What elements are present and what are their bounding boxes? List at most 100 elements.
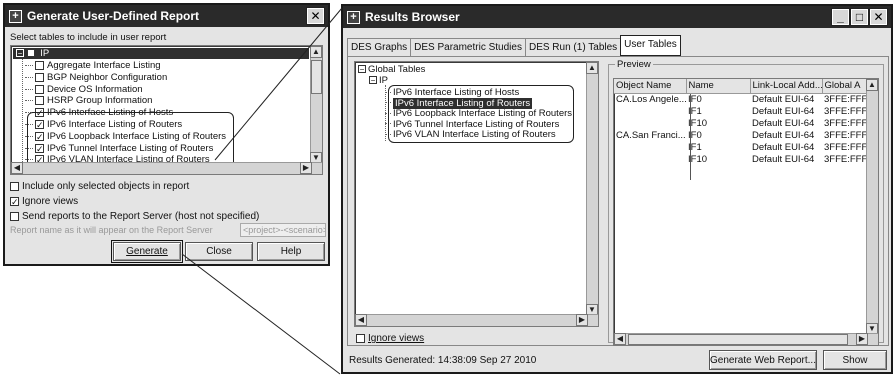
report-tree-item[interactable]: HSRP Group Information — [25, 95, 152, 106]
scroll-left-icon[interactable]: ◀ — [355, 314, 367, 326]
tree-connector — [25, 76, 33, 78]
table-row[interactable]: IF1 Default EUI-64 3FFE:FFF — [614, 141, 866, 153]
report-tree-checkbox[interactable] — [35, 96, 44, 106]
report-tree-item[interactable]: Device OS Information — [25, 84, 143, 95]
preview-table: Object Name Name Link-Local Add... Global A… — [614, 79, 867, 165]
table-cell — [614, 153, 686, 165]
close-icon[interactable]: ✕ — [869, 8, 888, 26]
table-cell: Default EUI-64 — [752, 153, 815, 165]
tree-root-checkbox[interactable] — [26, 49, 35, 58]
table-row[interactable]: CA.San Franci... IF0 Default EUI-64 3FFE:FF… — [614, 129, 866, 141]
report-tree-item-label: Device OS Information — [47, 83, 143, 95]
include-selected-option[interactable]: Include only selected objects in report — [10, 181, 189, 192]
report-tree-item[interactable]: BGP Neighbor Configuration — [25, 72, 167, 83]
table-cell: IF0 — [688, 129, 702, 141]
preview-column-header[interactable]: Name — [686, 79, 751, 94]
preview-hscroll-thumb[interactable] — [628, 334, 848, 345]
callout-line-bottom — [181, 253, 341, 375]
report-name-field[interactable]: <project>-<scenario> — [240, 223, 326, 237]
table-cell: Default EUI-64 — [752, 117, 815, 129]
send-reports-checkbox[interactable] — [10, 211, 19, 221]
close-button[interactable]: Close — [185, 242, 253, 261]
results-ignore-views[interactable]: Ignore views — [356, 333, 424, 344]
scroll-left-icon[interactable]: ◀ — [614, 333, 626, 345]
scroll-right-icon[interactable]: ▶ — [576, 314, 588, 326]
include-selected-checkbox[interactable] — [10, 181, 19, 191]
scroll-thumb[interactable] — [311, 60, 322, 94]
report-tree-item[interactable]: Aggregate Interface Listing — [25, 60, 161, 71]
maximize-icon[interactable]: □ — [850, 8, 869, 26]
preview-column-header[interactable]: Global A — [822, 79, 867, 94]
tree-items-highlight — [388, 85, 574, 143]
tree-connector — [25, 88, 33, 90]
results-browser-window: + Results Browser _ □ ✕ DES Graphs DES Pa… — [341, 4, 893, 374]
minimize-icon[interactable]: _ — [831, 8, 850, 26]
tab-des-run-1-tables[interactable]: DES Run (1) Tables — [524, 38, 622, 56]
tab-des-parametric-studies[interactable]: DES Parametric Studies — [410, 38, 526, 56]
tab-des-graphs[interactable]: DES Graphs — [347, 38, 412, 56]
scroll-up-icon[interactable]: ▲ — [586, 62, 598, 74]
tree-connector — [25, 64, 33, 66]
preview-vscroll[interactable]: ▲ ▼ — [866, 79, 878, 335]
generate-button[interactable]: Generate — [111, 240, 183, 263]
report-dialog-titlebar[interactable]: + Generate User-Defined Report ✕ — [5, 5, 328, 27]
ignore-views-option[interactable]: ✓ Ignore views — [10, 196, 78, 207]
scroll-right-icon[interactable]: ▶ — [300, 162, 312, 174]
collapse-icon[interactable]: − — [358, 65, 366, 74]
window-system-icon[interactable]: + — [9, 9, 22, 23]
table-row[interactable]: IF1 Default EUI-64 3FFE:FFF — [614, 105, 866, 117]
global-tables-label: Global Tables — [368, 64, 426, 75]
report-name-label: Report name as it will appear on the Rep… — [10, 225, 213, 235]
table-cell: 3FFE:FFF — [824, 141, 866, 153]
results-browser-title: Results Browser — [365, 10, 460, 24]
results-tree-hscroll[interactable]: ◀ ▶ — [355, 314, 598, 326]
show-button[interactable]: Show — [823, 350, 887, 370]
table-cell: Default EUI-64 — [752, 93, 815, 105]
report-tables-tree[interactable]: − IP Aggregate Interface Listing BGP Neig… — [10, 45, 323, 175]
preview-label: Preview — [617, 59, 651, 70]
preview-col-divider — [690, 94, 691, 180]
report-tree-item-label: HSRP Group Information — [47, 95, 153, 107]
table-cell: Default EUI-64 — [752, 105, 815, 117]
expand-icon[interactable]: − — [16, 49, 24, 58]
tree-global-tables[interactable]: − Global Tables — [358, 64, 425, 75]
preview-column-header[interactable]: Link-Local Add... — [750, 79, 823, 94]
help-button[interactable]: Help — [257, 242, 325, 261]
close-icon[interactable]: ✕ — [306, 7, 325, 25]
results-browser-titlebar[interactable]: + Results Browser _ □ ✕ — [343, 6, 891, 28]
report-tree-checkbox[interactable] — [35, 60, 44, 70]
generate-web-report-button[interactable]: Generate Web Report... — [709, 350, 817, 370]
preview-table-area[interactable]: Object Name Name Link-Local Add... Global A… — [613, 78, 879, 346]
table-cell: IF10 — [688, 117, 708, 129]
tree-horizontal-scrollbar[interactable]: ◀ ▶ — [11, 162, 322, 174]
send-reports-option[interactable]: Send reports to the Report Server (host … — [10, 211, 259, 222]
tables-instruction: Select tables to include in user report — [10, 32, 167, 43]
table-row[interactable]: IF10 Default EUI-64 3FFE:FFF — [614, 153, 866, 165]
results-tree-vscroll[interactable]: ▲ ▼ — [586, 62, 598, 316]
preview-hscroll[interactable]: ◀ ▶ — [614, 333, 878, 345]
table-row[interactable]: IF10 Default EUI-64 3FFE:FFF — [614, 117, 866, 129]
report-tree-item-label: BGP Neighbor Configuration — [47, 71, 168, 83]
collapse-icon[interactable]: − — [369, 76, 377, 85]
ip-label: IP — [379, 75, 388, 86]
tree-root-ip[interactable]: − IP — [13, 48, 309, 59]
report-dialog: + Generate User-Defined Report ✕ Select … — [3, 3, 330, 266]
tree-vertical-scrollbar[interactable]: ▲ ▼ — [310, 46, 322, 164]
table-cell: CA.San Franci... — [616, 129, 686, 141]
tree-root-label: IP — [40, 48, 50, 59]
ignore-views-checkbox[interactable]: ✓ — [10, 196, 19, 206]
scroll-up-icon[interactable]: ▲ — [310, 46, 322, 58]
scroll-up-icon[interactable]: ▲ — [866, 79, 878, 91]
report-tree-checkbox[interactable] — [35, 72, 44, 82]
preview-column-header[interactable]: Object Name — [614, 79, 687, 94]
tab-user-tables[interactable]: User Tables — [620, 35, 681, 56]
table-cell — [614, 141, 686, 153]
results-tree[interactable]: − Global Tables − IP IPv6 Interface Listin… — [354, 61, 599, 327]
scroll-left-icon[interactable]: ◀ — [11, 162, 23, 174]
results-ignore-views-checkbox[interactable] — [356, 333, 365, 343]
results-panel: − Global Tables − IP IPv6 Interface Listin… — [347, 56, 889, 346]
window-system-icon[interactable]: + — [347, 10, 360, 24]
report-tree-checkbox[interactable] — [35, 84, 44, 94]
table-row[interactable]: CA.Los Angele... IF0 Default EUI-64 3FFE:FF… — [614, 93, 866, 105]
scroll-right-icon[interactable]: ▶ — [856, 333, 868, 345]
